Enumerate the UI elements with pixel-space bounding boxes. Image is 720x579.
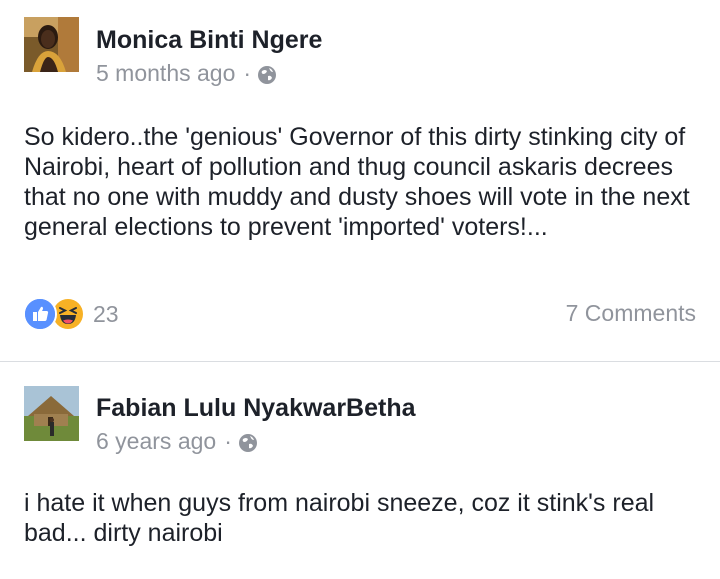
like-icon bbox=[23, 297, 57, 331]
avatar-photo bbox=[24, 386, 79, 441]
avatar[interactable] bbox=[24, 17, 79, 72]
author-name[interactable]: Fabian Lulu NyakwarBetha bbox=[96, 394, 416, 423]
avatar-photo bbox=[24, 17, 79, 72]
separator: · bbox=[243, 60, 252, 86]
globe-icon bbox=[238, 432, 258, 452]
comments-link[interactable]: 7 Comments bbox=[566, 300, 696, 327]
reactions-summary[interactable]: 23 bbox=[23, 297, 119, 331]
comment-item: Fabian Lulu NyakwarBetha 6 years ago · i… bbox=[0, 362, 720, 579]
comment-text: i hate it when guys from nairobi sneeze,… bbox=[24, 489, 655, 547]
reaction-count: 23 bbox=[93, 300, 119, 327]
comment-item: Monica Binti Ngere 5 months ago · So kid… bbox=[0, 0, 720, 361]
globe-icon bbox=[257, 64, 277, 84]
separator: · bbox=[224, 428, 232, 454]
timestamp[interactable]: 5 months ago bbox=[96, 60, 235, 87]
post-meta: 6 years ago · bbox=[96, 428, 258, 455]
author-name[interactable]: Monica Binti Ngere bbox=[96, 26, 322, 55]
post-meta: 5 months ago · bbox=[96, 60, 277, 87]
timestamp[interactable]: 6 years ago bbox=[96, 428, 216, 455]
comment-text: So kidero..the 'genious' Governor of thi… bbox=[24, 123, 690, 241]
avatar[interactable] bbox=[24, 386, 79, 441]
